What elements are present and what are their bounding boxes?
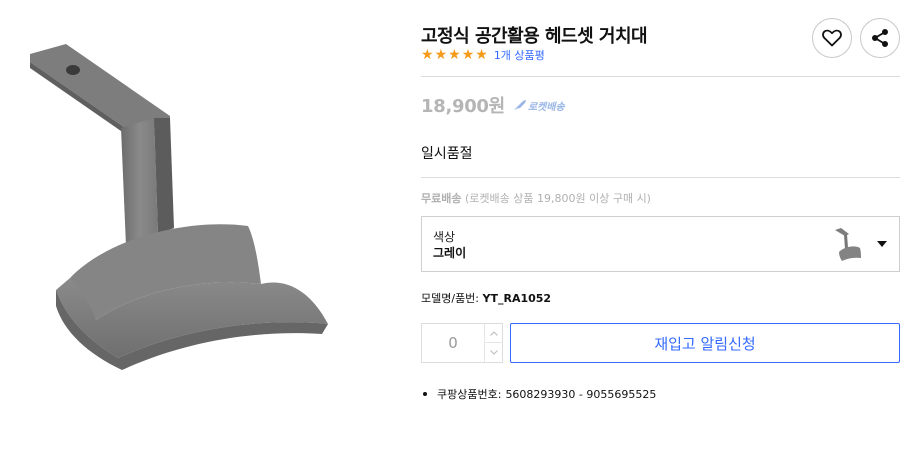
product-number-label: 쿠팡상품번호: bbox=[437, 388, 502, 401]
free-shipping-label: 무료배송 bbox=[421, 192, 462, 205]
caret-down-icon bbox=[877, 241, 887, 247]
model-value: YT_RA1052 bbox=[482, 292, 552, 305]
chevron-up-icon bbox=[490, 330, 498, 336]
quantity-input[interactable] bbox=[422, 324, 484, 362]
rocket-delivery-badge: 로켓배송 bbox=[513, 98, 565, 113]
quantity-increase-button[interactable] bbox=[484, 324, 503, 343]
rating-row: ★ ★ ★ ★ ★ 1개 상품평 bbox=[421, 46, 545, 64]
chevron-down-icon bbox=[490, 350, 498, 355]
rocket-icon bbox=[513, 100, 526, 110]
stock-status: 일시품절 bbox=[421, 146, 473, 162]
restock-notify-button[interactable]: 재입고 알림신청 bbox=[510, 323, 900, 363]
review-count-link[interactable]: 1개 상품평 bbox=[494, 47, 545, 63]
product-title: 고정식 공간활용 헤드셋 거치대 bbox=[421, 26, 648, 47]
rating-stars: ★ ★ ★ ★ ★ bbox=[421, 48, 488, 62]
price-row: 18,900원 로켓배송 bbox=[421, 92, 565, 118]
star-icon: ★ bbox=[448, 47, 461, 63]
option-thumbnail bbox=[829, 224, 869, 264]
model-label: 모델명/품번: bbox=[421, 292, 480, 305]
heart-icon bbox=[822, 29, 842, 47]
quantity-stepper bbox=[421, 323, 503, 363]
share-button[interactable] bbox=[860, 18, 900, 58]
product-number: 쿠팡상품번호: 5608293930 - 9055695525 bbox=[421, 386, 656, 402]
wishlist-button[interactable] bbox=[812, 18, 852, 58]
product-number-value: 5608293930 - 9055695525 bbox=[505, 387, 657, 401]
shipping-condition: (로켓배송 상품 19,800원 이상 구매 시) bbox=[464, 192, 651, 205]
product-info-panel: 고정식 공간활용 헤드셋 거치대 ★ ★ ★ ★ ★ 1개 상품평 18,900… bbox=[421, 0, 901, 453]
product-image bbox=[30, 44, 328, 370]
rocket-label: 로켓배송 bbox=[527, 101, 565, 113]
option-label: 색상 bbox=[433, 230, 456, 244]
bullet bbox=[423, 392, 427, 396]
shipping-info: 무료배송 (로켓배송 상품 19,800원 이상 구매 시) bbox=[421, 190, 651, 206]
color-option-select[interactable]: 색상 그레이 bbox=[421, 216, 900, 272]
option-value: 그레이 bbox=[433, 246, 467, 260]
divider bbox=[421, 76, 900, 77]
star-icon: ★ bbox=[434, 47, 448, 63]
star-icon: ★ bbox=[421, 47, 434, 63]
star-icon: ★ bbox=[461, 47, 475, 63]
model-number: 모델명/품번: YT_RA1052 bbox=[421, 290, 551, 306]
star-icon: ★ bbox=[475, 47, 488, 63]
product-price: 18,900원 bbox=[421, 96, 505, 117]
divider bbox=[421, 177, 900, 178]
quantity-decrease-button[interactable] bbox=[484, 343, 503, 362]
share-icon bbox=[872, 29, 888, 47]
